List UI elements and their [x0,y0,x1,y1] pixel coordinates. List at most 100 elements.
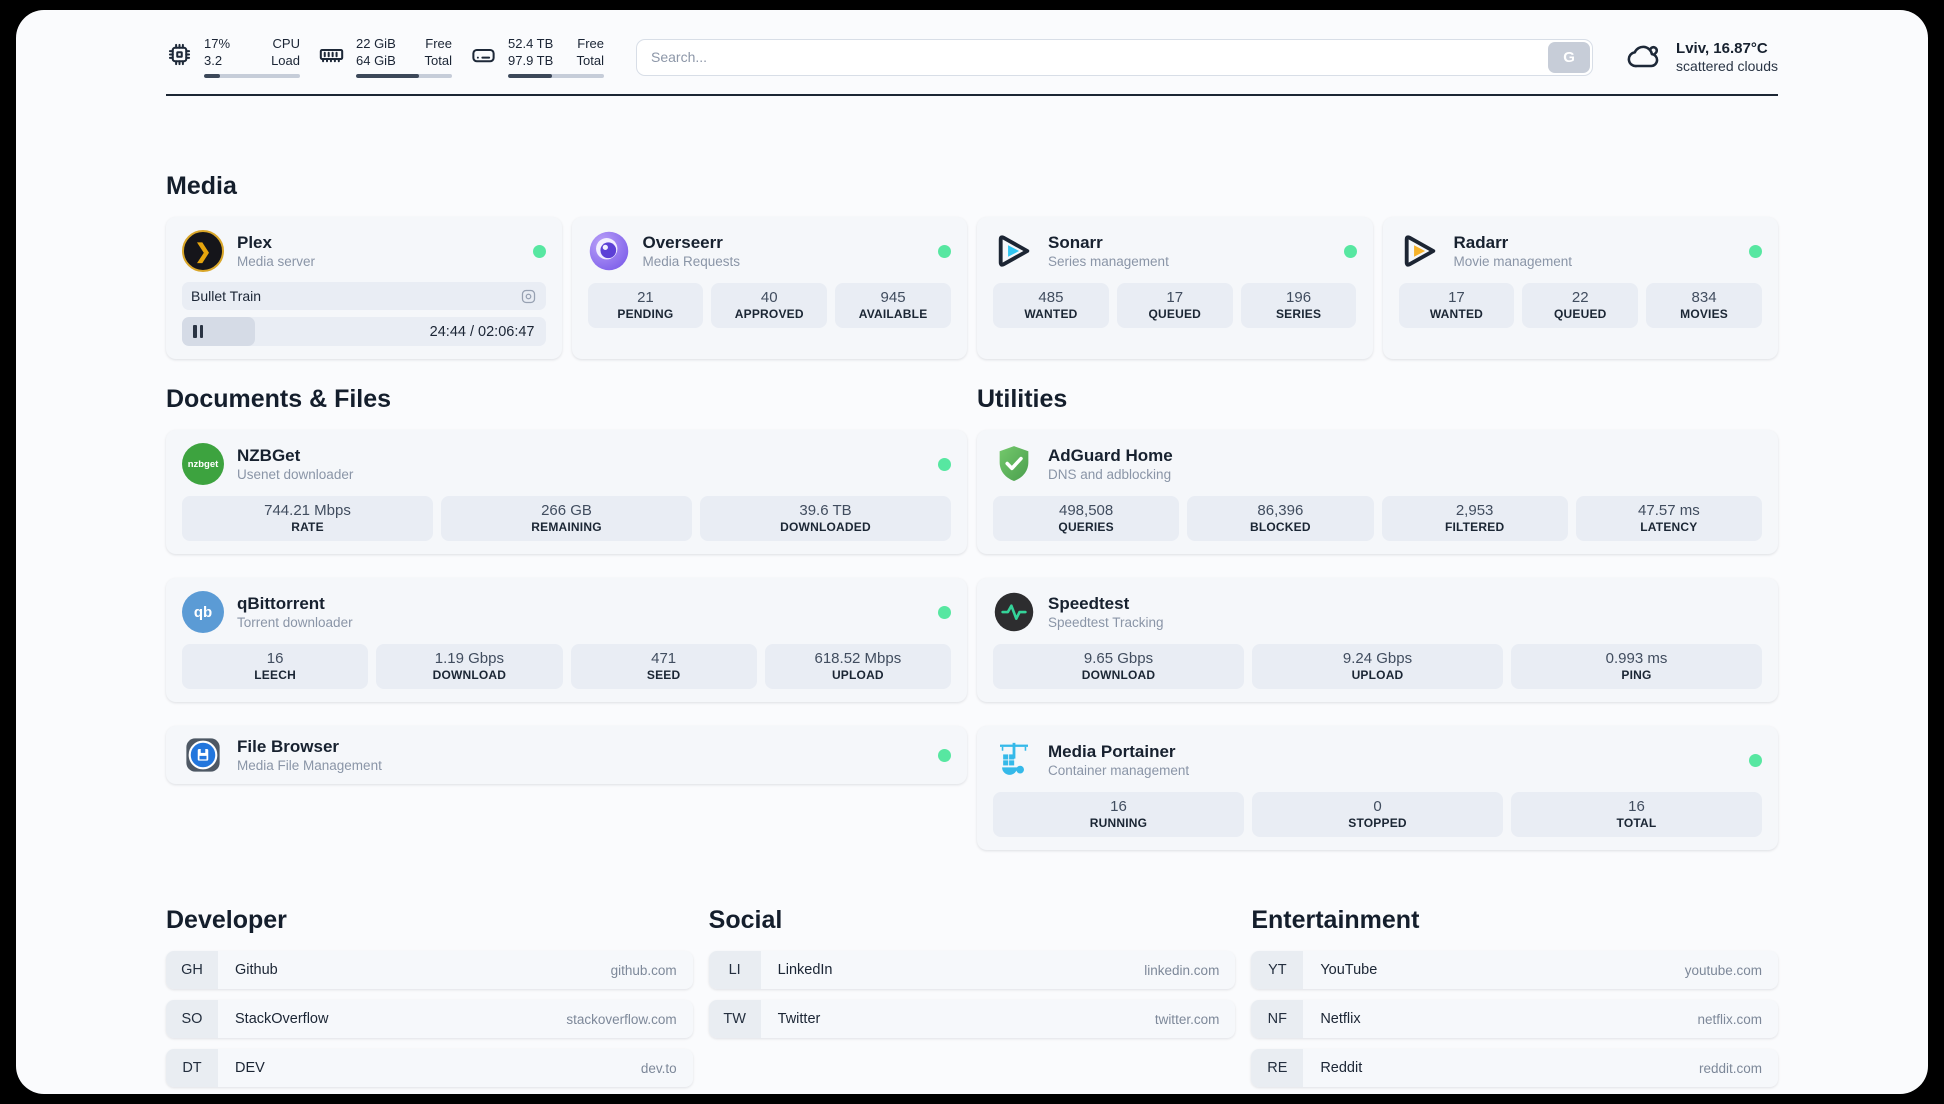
app-card-speedtest[interactable]: Speedtest Speedtest Tracking 9.65 Gbps D… [977,578,1778,703]
app-card-nzbget[interactable]: nzbget NZBGet Usenet downloader 744.21 M… [166,430,967,555]
stat-box: 16 LEECH [182,644,369,690]
bookmark-linkedin[interactable]: LI LinkedIn linkedin.com [708,951,1236,990]
bookmark-dev[interactable]: DT DEV dev.to [166,1049,693,1088]
stat-box: 16 TOTAL [1511,792,1762,838]
app-description: Media File Management [237,757,382,773]
status-indicator [532,244,546,258]
stat-box: 618.52 Mbps UPLOAD [764,644,951,690]
search-engine-button[interactable]: G [1548,41,1591,73]
bookmark-name: Netflix [1320,1011,1361,1028]
bookmark-name: Reddit [1320,1060,1363,1077]
status-indicator [1343,244,1357,258]
app-card-adguard[interactable]: AdGuard Home DNS and adblocking 498,508 … [977,430,1778,555]
bookmark-url: dev.to [640,1060,677,1076]
bookmark-netflix[interactable]: NF Netflix netflix.com [1251,1000,1778,1039]
adguard-icon [993,443,1035,485]
nzbget-icon: nzbget [182,443,224,486]
stat-box: 21 PENDING [587,283,704,329]
bookmark-badge: YT [1251,951,1304,990]
search-input[interactable] [651,49,1547,66]
memory-label-1: Free [425,36,452,51]
stat-box: 9.65 Gbps DOWNLOAD [993,644,1244,690]
cpu-label-2: Load [271,52,300,68]
qbittorrent-icon: qb [182,591,224,634]
stat-box: 16 RUNNING [993,792,1244,838]
header: 17% 3.2 CPU Load 22 GiB 64 GiB Free Tota… [166,10,1778,79]
bookmark-badge: SO [166,1000,218,1039]
header-divider [166,94,1778,97]
app-card-plex[interactable]: ❯ Plex Media server Bullet Train 24:44 /… [166,217,562,360]
app-card-sonarr[interactable]: Sonarr Series management 485 WANTED 17 Q… [977,217,1373,360]
section-title-documents: Documents & Files [166,385,392,414]
app-card-filebrowser[interactable]: File Browser Media File Management [166,726,967,785]
cpu-progress-bar [204,73,300,79]
speedtest-icon [993,591,1035,633]
stat-box: 471 SEED [570,644,757,690]
radarr-icon [1399,230,1441,272]
stat-box: 86,396 BLOCKED [1187,496,1374,542]
bookmark-badge: RE [1251,1049,1304,1088]
stat-box: 196 SERIES [1240,283,1357,329]
stat-box: 498,508 QUERIES [993,496,1180,542]
bookmark-badge: TW [708,1000,761,1039]
filebrowser-icon [182,734,224,776]
bookmark-name: Github [235,962,278,979]
bookmark-github[interactable]: GH Github github.com [166,951,693,990]
stat-box: 485 WANTED [993,283,1109,329]
stat-box: 17 WANTED [1398,283,1515,329]
app-name: AdGuard Home [1048,445,1173,465]
app-description: Speedtest Tracking [1048,614,1164,630]
stat-box: 0 STOPPED [1252,792,1503,838]
cpu-widget: 17% 3.2 CPU Load [166,36,300,79]
app-name: Sonarr [1048,232,1103,252]
weather-widget: Lviv, 16.87°C scattered clouds [1627,39,1778,75]
cpu-label-1: CPU [272,36,300,51]
now-playing-title: Bullet Train [191,288,262,305]
bookmark-twitter[interactable]: TW Twitter twitter.com [708,1000,1236,1039]
bookmark-url: netflix.com [1697,1011,1762,1027]
app-card-overseerr[interactable]: Overseerr Media Requests 21 PENDING 40 A… [571,217,967,360]
section-title-developer: Developer [166,906,287,935]
stat-box: 9.24 Gbps UPLOAD [1252,644,1503,690]
stat-box: 1.19 Gbps DOWNLOAD [376,644,563,690]
memory-label-2: Total [424,52,452,68]
stat-box: 744.21 Mbps RATE [182,496,433,542]
app-name: qBittorrent [237,593,325,613]
app-card-portainer[interactable]: Media Portainer Container management 16 … [977,726,1778,851]
playback-progress: 24:44 / 02:06:47 [182,317,546,347]
bookmark-reddit[interactable]: RE Reddit reddit.com [1251,1049,1778,1088]
disk-total: 97.9 TB [508,52,554,68]
sonarr-icon [993,230,1035,272]
app-name: File Browser [237,736,340,756]
bookmark-name: YouTube [1320,962,1378,979]
weather-condition: scattered clouds [1676,58,1778,75]
memory-total: 64 GiB [356,52,396,68]
disk-label-2: Total [576,52,604,68]
status-indicator [938,748,951,762]
app-description: Torrent downloader [237,614,353,630]
stat-box: 22 QUEUED [1522,283,1639,329]
app-description: Movie management [1453,253,1573,269]
app-card-qbittorrent[interactable]: qb qBittorrent Torrent downloader 16 LEE… [166,578,967,703]
stat-box: 266 GB REMAINING [441,496,692,542]
overseerr-icon [588,230,630,272]
app-name: Radarr [1453,232,1509,252]
bookmark-url: youtube.com [1684,962,1762,978]
disk-label-1: Free [577,36,604,51]
bookmark-url: github.com [610,962,677,978]
memory-free: 22 GiB [356,36,396,51]
section-title-entertainment: Entertainment [1251,906,1420,935]
bookmark-badge: NF [1251,1000,1304,1039]
status-indicator [1749,753,1762,767]
cpu-percent: 17% [204,36,231,51]
bookmark-name: LinkedIn [777,962,833,979]
disk-progress-bar [508,73,604,79]
system-widgets: 17% 3.2 CPU Load 22 GiB 64 GiB Free Tota… [166,36,604,79]
bookmark-youtube[interactable]: YT YouTube youtube.com [1251,951,1778,990]
app-card-radarr[interactable]: Radarr Movie management 17 WANTED 22 QUE… [1382,217,1778,360]
bookmark-stackoverflow[interactable]: SO StackOverflow stackoverflow.com [166,1000,693,1039]
stat-box: 39.6 TB DOWNLOADED [700,496,951,542]
app-name: Overseerr [642,232,723,252]
bookmark-badge: LI [708,951,761,990]
app-description: Usenet downloader [237,466,354,482]
